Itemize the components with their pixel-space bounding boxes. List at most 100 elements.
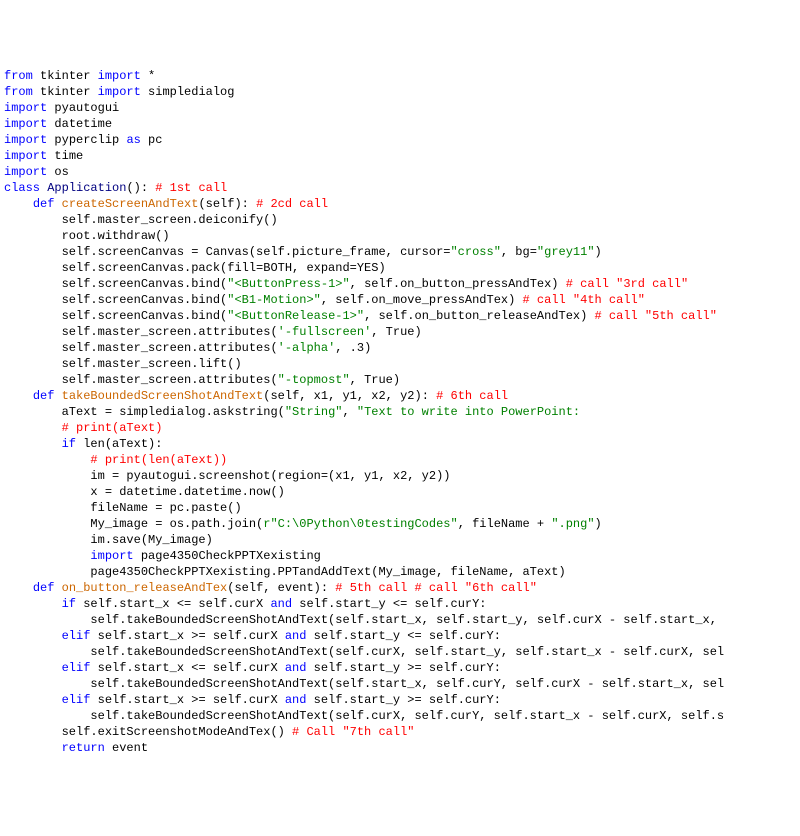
- code-token: [4, 597, 62, 611]
- code-token: def: [33, 389, 55, 403]
- code-token: import: [98, 85, 141, 99]
- code-line: return event: [4, 740, 796, 756]
- code-token: [4, 629, 62, 643]
- code-line: import pyautogui: [4, 100, 796, 116]
- code-token: class: [4, 181, 40, 195]
- code-token: import: [90, 549, 133, 563]
- code-token: as: [126, 133, 140, 147]
- code-token: page4350CheckPPTXexisting: [134, 549, 321, 563]
- code-token: , self.on_button_pressAndTex): [350, 277, 566, 291]
- code-line: elif self.start_x >= self.curX and self.…: [4, 628, 796, 644]
- code-token: self.master_screen.attributes(: [4, 341, 278, 355]
- code-token: createScreenAndText: [62, 197, 199, 211]
- code-line: self.master_screen.attributes("-topmost"…: [4, 372, 796, 388]
- code-token: "<ButtonPress-1>": [227, 277, 349, 291]
- code-line: if self.start_x <= self.curX and self.st…: [4, 596, 796, 612]
- code-token: [4, 661, 62, 675]
- code-line: import datetime: [4, 116, 796, 132]
- code-token: Application: [47, 181, 126, 195]
- code-token: , fileName +: [458, 517, 552, 531]
- code-line: self.exitScreenshotModeAndTex() # Call "…: [4, 724, 796, 740]
- code-token: event: [105, 741, 148, 755]
- code-token: , self.on_move_pressAndTex): [321, 293, 523, 307]
- code-token: , .3): [335, 341, 371, 355]
- code-token: pyautogui: [47, 101, 119, 115]
- code-token: self.screenCanvas.bind(: [4, 293, 227, 307]
- code-token: self.takeBoundedScreenShotAndText(self.s…: [4, 613, 717, 627]
- code-token: def: [33, 581, 55, 595]
- code-token: and: [270, 597, 292, 611]
- code-line: def on_button_releaseAndTex(self, event)…: [4, 580, 796, 596]
- code-token: # 5th call # call "6th call": [335, 581, 537, 595]
- code-token: root.withdraw(): [4, 229, 170, 243]
- code-token: from: [4, 69, 33, 83]
- code-token: if: [62, 597, 76, 611]
- code-line: self.takeBoundedScreenShotAndText(self.c…: [4, 644, 796, 660]
- code-token: self.takeBoundedScreenShotAndText(self.s…: [4, 677, 724, 691]
- code-token: self.start_y >= self.curY:: [306, 693, 500, 707]
- code-token: pyperclip: [47, 133, 126, 147]
- code-token: [4, 389, 33, 403]
- code-token: self.exitScreenshotModeAndTex(): [4, 725, 292, 739]
- code-token: [54, 389, 61, 403]
- code-line: self.screenCanvas.bind("<ButtonRelease-1…: [4, 308, 796, 324]
- code-line: def takeBoundedScreenShotAndText(self, x…: [4, 388, 796, 404]
- code-line: self.takeBoundedScreenShotAndText(self.c…: [4, 708, 796, 724]
- code-line: page4350CheckPPTXexisting.PPTandAddText(…: [4, 564, 796, 580]
- code-token: len(aText):: [76, 437, 162, 451]
- code-line: # print(len(aText)): [4, 452, 796, 468]
- code-token: on_button_releaseAndTex: [62, 581, 228, 595]
- code-token: and: [285, 661, 307, 675]
- code-token: x = datetime.datetime.now(): [4, 485, 285, 499]
- code-block: from tkinter import *from tkinter import…: [4, 68, 796, 756]
- code-token: [4, 549, 90, 563]
- code-token: self.master_screen.attributes(: [4, 325, 278, 339]
- code-token: "-topmost": [278, 373, 350, 387]
- code-token: self.start_y >= self.curY:: [306, 661, 500, 675]
- code-token: self.start_y <= self.curY:: [306, 629, 500, 643]
- code-token: , True): [371, 325, 421, 339]
- code-token: , bg=: [501, 245, 537, 259]
- code-token: import: [4, 117, 47, 131]
- code-line: fileName = pc.paste(): [4, 500, 796, 516]
- code-token: self.takeBoundedScreenShotAndText(self.c…: [4, 709, 724, 723]
- code-token: self.start_y <= self.curY:: [292, 597, 486, 611]
- code-line: import pyperclip as pc: [4, 132, 796, 148]
- code-token: [4, 421, 62, 435]
- code-token: "String": [285, 405, 343, 419]
- code-token: [4, 453, 90, 467]
- code-line: My_image = os.path.join(r"C:\0Python\0te…: [4, 516, 796, 532]
- code-token: self.master_screen.lift(): [4, 357, 242, 371]
- code-token: , True): [350, 373, 400, 387]
- code-token: im.save(My_image): [4, 533, 213, 547]
- code-token: and: [285, 629, 307, 643]
- code-line: self.master_screen.lift(): [4, 356, 796, 372]
- code-line: self.screenCanvas.pack(fill=BOTH, expand…: [4, 260, 796, 276]
- code-token: os: [47, 165, 69, 179]
- code-token: and: [285, 693, 307, 707]
- code-token: page4350CheckPPTXexisting.PPTandAddText(…: [4, 565, 566, 579]
- code-token: [4, 437, 62, 451]
- code-token: [4, 741, 62, 755]
- code-token: "Text to write into PowerPoint:: [357, 405, 580, 419]
- code-token: self.start_x >= self.curX: [90, 693, 284, 707]
- code-token: self.master_screen.attributes(: [4, 373, 278, 387]
- code-line: x = datetime.datetime.now(): [4, 484, 796, 500]
- code-token: [54, 581, 61, 595]
- code-token: , self.on_button_releaseAndTex): [364, 309, 594, 323]
- code-token: # call "4th call": [523, 293, 645, 307]
- code-token: ".png": [551, 517, 594, 531]
- code-line: # print(aText): [4, 420, 796, 436]
- code-token: fileName = pc.paste(): [4, 501, 242, 515]
- code-token: (self):: [198, 197, 256, 211]
- code-token: import: [4, 133, 47, 147]
- code-token: '-fullscreen': [278, 325, 372, 339]
- code-line: self.screenCanvas.bind("<ButtonPress-1>"…: [4, 276, 796, 292]
- code-token: self.start_x <= self.curX: [76, 597, 270, 611]
- code-line: import os: [4, 164, 796, 180]
- code-line: self.screenCanvas.bind("<B1-Motion>", se…: [4, 292, 796, 308]
- code-token: ():: [126, 181, 155, 195]
- code-token: '-alpha': [278, 341, 336, 355]
- code-token: ): [595, 245, 602, 259]
- code-token: self.start_x >= self.curX: [90, 629, 284, 643]
